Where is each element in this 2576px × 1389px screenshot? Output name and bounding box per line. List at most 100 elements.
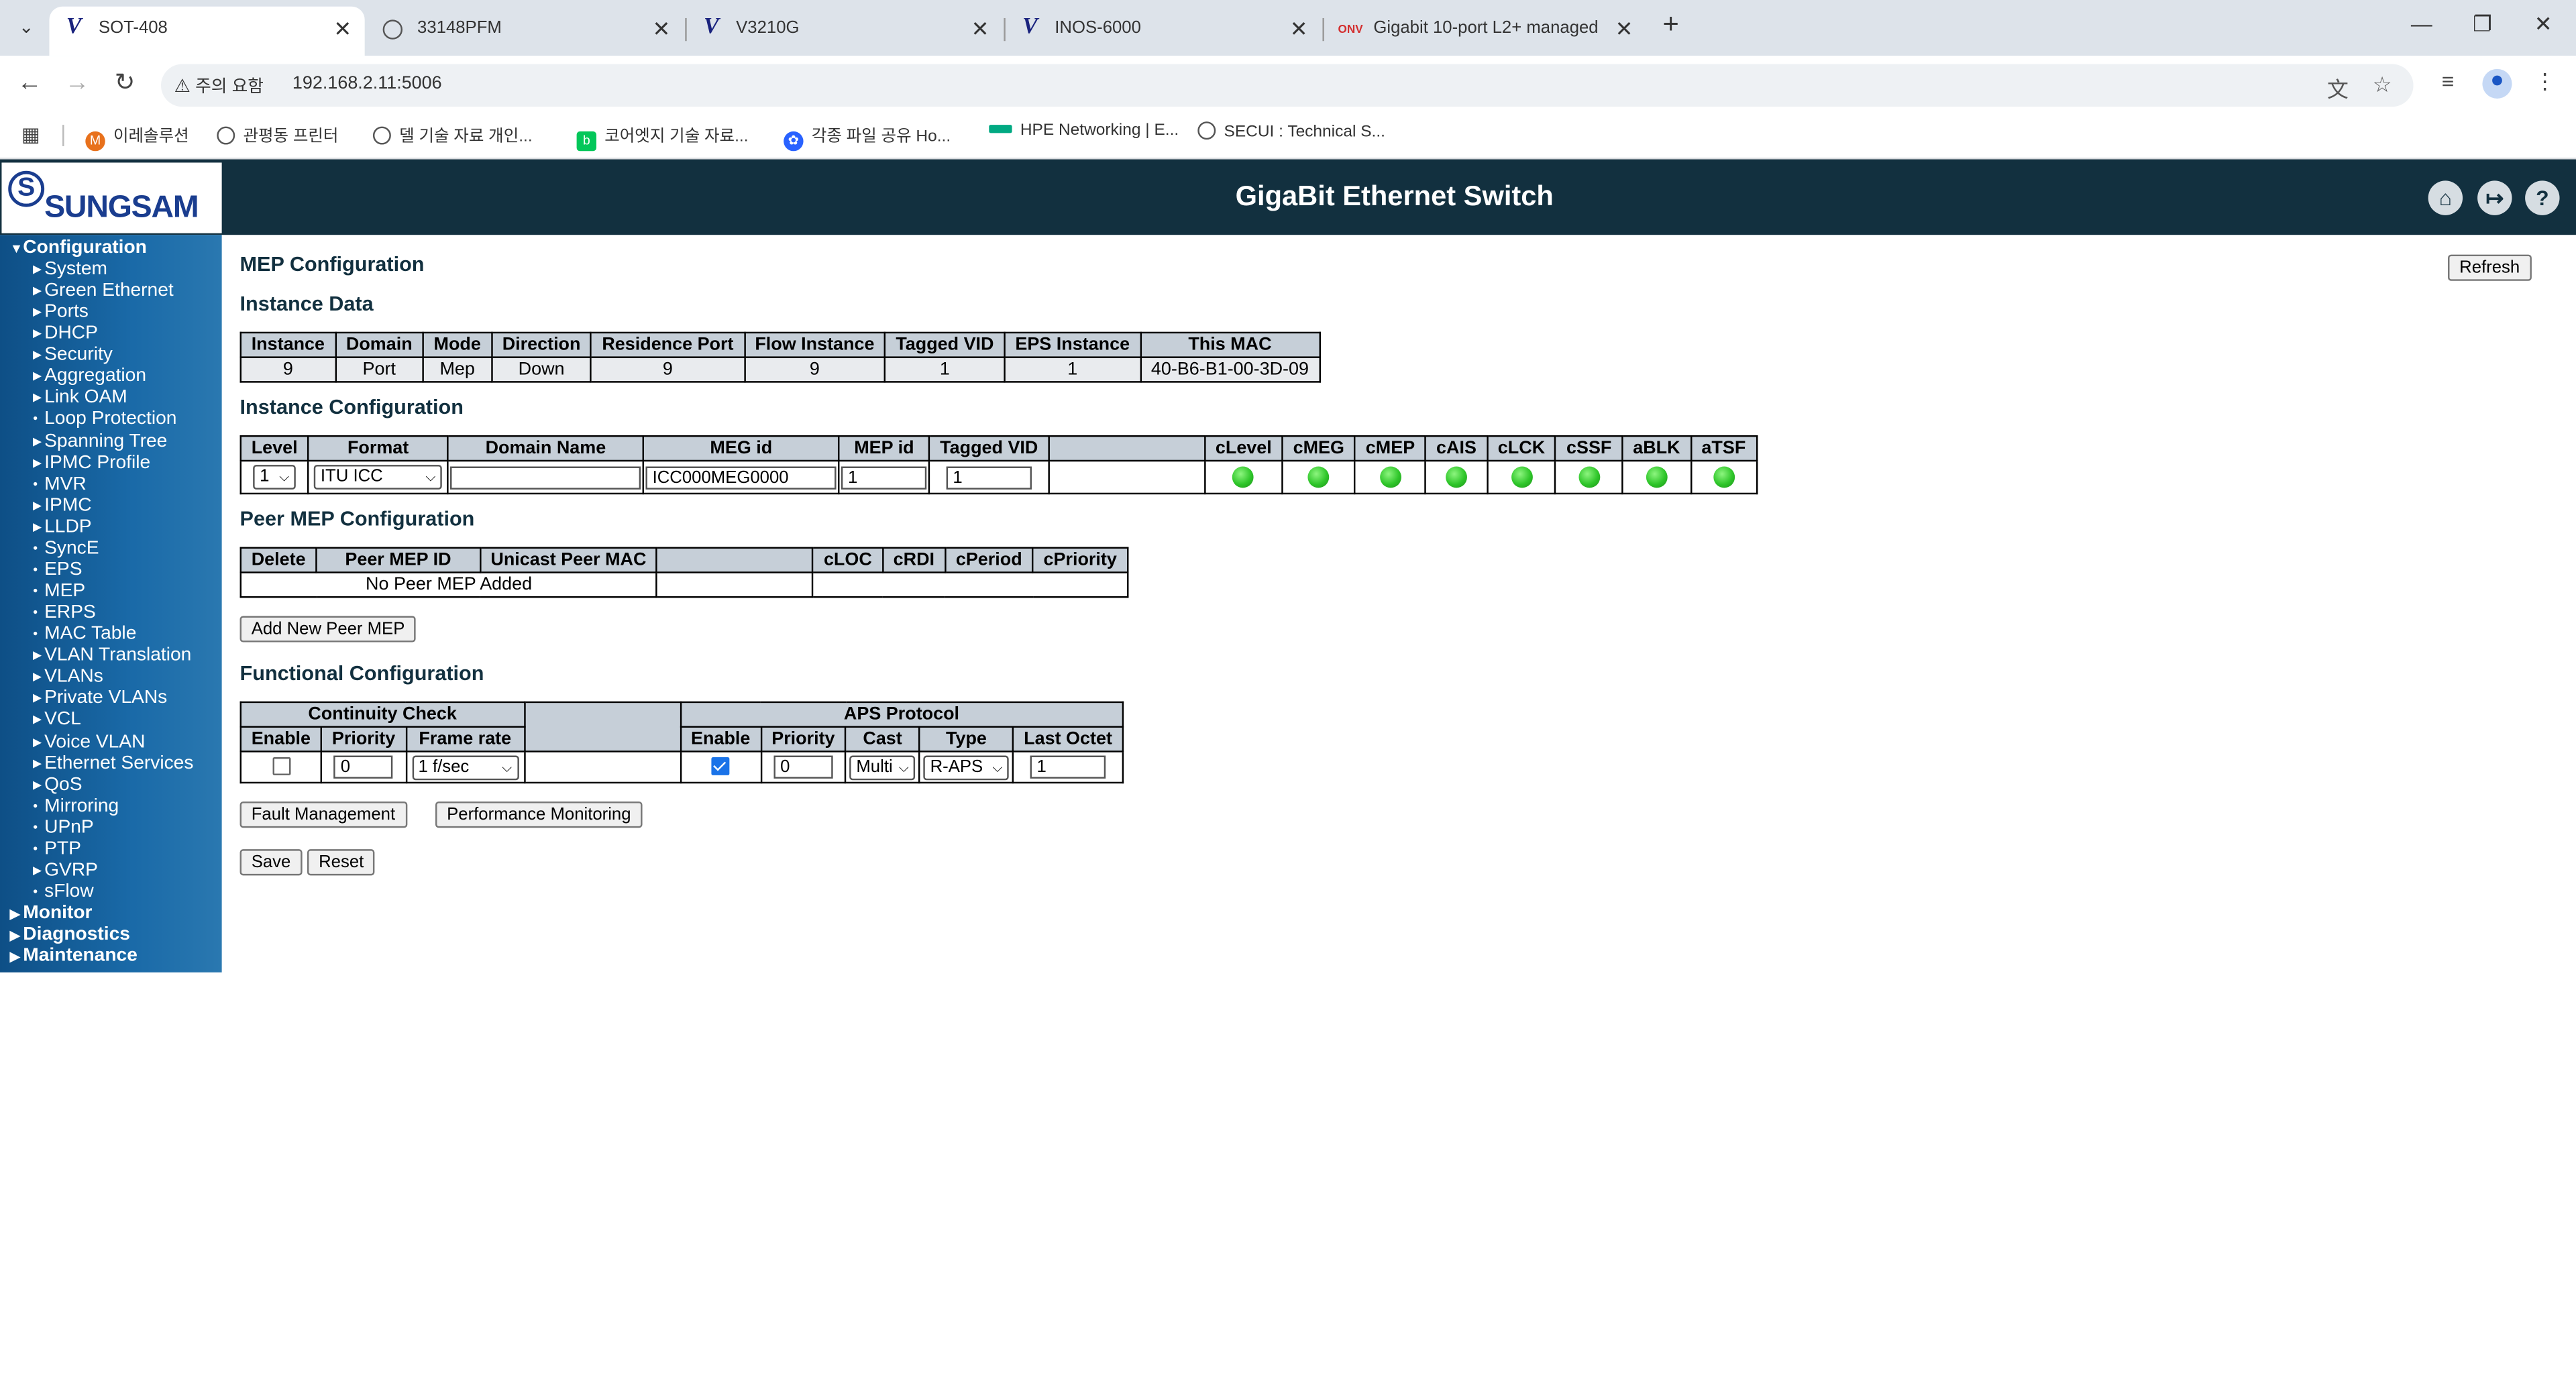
sidebar-item-vcl[interactable]: ▶ VCL — [33, 710, 81, 732]
aps-enable-checkbox[interactable] — [711, 757, 730, 776]
type-select[interactable]: R-APS ⌵ — [923, 755, 1010, 780]
sidebar-item-synce[interactable]: ● SyncE — [33, 539, 99, 560]
meg-id-input[interactable]: ICC000MEG0000 — [645, 465, 837, 489]
tab-33148pfm[interactable]: 33148PFM ✕ — [368, 7, 684, 56]
sidebar-item-qos[interactable]: ▶ QoS — [33, 775, 83, 796]
v-favicon-icon: V — [703, 15, 719, 40]
sidebar-item-voice-vlan[interactable]: ▶ Voice VLAN — [33, 732, 145, 753]
bookmark-item[interactable]: ✿ 각종 파일 공유 Ho... — [784, 121, 951, 152]
close-icon[interactable]: ✕ — [1615, 7, 1633, 51]
sidebar-item-configuration[interactable]: ▼Configuration — [10, 238, 147, 260]
cc-enable-checkbox[interactable] — [272, 757, 290, 776]
mep-id-input[interactable]: 1 — [841, 465, 927, 489]
table-row: No Peer MEP Added — [239, 571, 1129, 598]
cast-select[interactable]: Multi ⌵ — [849, 755, 916, 780]
bookmark-item[interactable]: 델 기술 자료 개인... — [372, 121, 533, 146]
sidebar-item-ethernet-services[interactable]: ▶ Ethernet Services — [33, 753, 193, 775]
logout-icon[interactable]: ↦ — [2477, 180, 2512, 215]
sidebar-item-loop-protection[interactable]: ● Loop Protection — [33, 410, 176, 431]
bookmark-item[interactable]: HPE Networking | E... — [989, 121, 1179, 140]
bookmark-item[interactable]: 관평동 프린터 — [217, 121, 338, 146]
sidebar-item-ipmc[interactable]: ▶ IPMC — [33, 496, 92, 517]
sidebar-item-system[interactable]: ▶ System — [33, 260, 107, 281]
tagged-vid-input[interactable]: 1 — [946, 465, 1032, 489]
sidebar-item-ptp[interactable]: ● PTP — [33, 839, 81, 860]
save-button[interactable]: Save — [239, 849, 303, 876]
url-text[interactable]: 192.168.2.11:5006 — [292, 74, 442, 93]
sidebar-item-green-ethernet[interactable]: ▶ Green Ethernet — [33, 281, 174, 302]
close-icon[interactable]: ✕ — [652, 7, 670, 51]
sidebar-item-diagnostics[interactable]: ▶ Diagnostics — [10, 925, 130, 946]
sidebar-item-private-vlans[interactable]: ▶ Private VLANs — [33, 689, 167, 710]
sidebar-item-monitor[interactable]: ▶ Monitor — [10, 903, 93, 925]
reset-button[interactable]: Reset — [307, 849, 376, 876]
restore-icon[interactable]: ❐ — [2466, 11, 2499, 38]
sidebar-item-ipmc-profile[interactable]: ▶ IPMC Profile — [33, 453, 150, 474]
bookmark-item[interactable]: M 이레솔루션 — [85, 121, 189, 152]
sidebar-item-upnp[interactable]: ● UPnP — [33, 818, 94, 839]
back-icon[interactable]: ← — [13, 69, 46, 99]
sidebar-item-spanning-tree[interactable]: ▶ Spanning Tree — [33, 431, 167, 453]
sidebar-item-dhcp[interactable]: ▶ DHCP — [33, 324, 98, 345]
column-header: Priority — [760, 726, 847, 753]
forward-icon[interactable]: → — [61, 69, 94, 99]
domain-name-input[interactable] — [450, 465, 641, 489]
sidebar-item-mvr[interactable]: ● MVR — [33, 474, 87, 496]
sidebar-item-mirroring[interactable]: ● Mirroring — [33, 796, 119, 818]
sidebar-item-mep[interactable]: ● MEP — [33, 581, 85, 603]
fault-management-button[interactable]: Fault Management — [239, 801, 407, 828]
bookmark-item[interactable]: b 코어엣지 기술 자료... — [576, 121, 749, 152]
sidebar-item-sflow[interactable]: ● sFlow — [33, 882, 94, 903]
minimize-icon[interactable]: — — [2405, 11, 2438, 36]
address-bar[interactable]: ⚠ 주의 요함 192.168.2.11:5006 文 ☆ — [161, 64, 2414, 107]
sidebar-item-maintenance[interactable]: ▶ Maintenance — [10, 946, 138, 968]
cc-priority-input[interactable]: 0 — [333, 755, 394, 779]
tab-sot-408[interactable]: V SOT-408 ✕ — [49, 6, 365, 56]
security-warning-chip[interactable]: ⚠ 주의 요함 — [174, 74, 264, 99]
sidebar-item-vlan-translation[interactable]: ▶ VLAN Translation — [33, 646, 191, 667]
v-favicon-icon: V — [66, 15, 82, 40]
bullet-icon: ● — [32, 887, 38, 897]
sidebar-item-aggregation[interactable]: ▶ Aggregation — [33, 367, 146, 388]
sidebar-item-eps[interactable]: ● EPS — [33, 560, 83, 581]
performance-monitoring-button[interactable]: Performance Monitoring — [435, 801, 643, 828]
sidebar-item-erps[interactable]: ● ERPS — [33, 603, 96, 624]
new-tab-icon[interactable]: + — [1656, 8, 1686, 41]
close-icon[interactable]: ✕ — [1290, 7, 1308, 51]
refresh-button[interactable]: Refresh — [2448, 254, 2532, 281]
frame-rate-select[interactable]: 1 f/sec ⌵ — [411, 755, 519, 780]
bookmark-star-icon[interactable]: ☆ — [2369, 72, 2395, 99]
reading-list-icon[interactable]: ≡ — [2433, 69, 2463, 94]
tab-inos-6000[interactable]: V INOS-6000 ✕ — [1006, 7, 1321, 56]
bookmark-item[interactable]: SECUI : Technical S... — [1197, 121, 1385, 142]
status-led-icon — [1578, 466, 1600, 488]
sidebar-item-security[interactable]: ▶ Security — [33, 345, 113, 367]
close-icon[interactable]: ✕ — [333, 7, 352, 51]
help-icon[interactable]: ? — [2525, 180, 2560, 215]
bookmark-divider — [62, 125, 64, 146]
aps-priority-input[interactable]: 0 — [773, 755, 833, 779]
close-icon[interactable]: ✕ — [971, 7, 989, 51]
window-close-icon[interactable]: ✕ — [2527, 11, 2560, 38]
sidebar-item-ports[interactable]: ▶ Ports — [33, 302, 89, 324]
more-menu-icon[interactable]: ⋮ — [2530, 69, 2559, 95]
chevron-down-icon: ⌵ — [502, 759, 513, 775]
home-icon[interactable]: ⌂ — [2428, 180, 2463, 215]
sidebar-item-gvrp[interactable]: ▶ GVRP — [33, 860, 98, 882]
level-select[interactable]: 1 ⌵ — [253, 465, 296, 490]
sidebar-item-mac-table[interactable]: ● MAC Table — [33, 624, 136, 646]
add-peer-mep-button[interactable]: Add New Peer MEP — [239, 616, 417, 643]
translate-icon[interactable]: 文 — [2324, 72, 2351, 104]
tab-search-icon[interactable]: ⌄ — [10, 13, 43, 43]
instance-data-table: Instance Domain Mode Direction Residence… — [239, 331, 1321, 383]
sidebar-item-link-oam[interactable]: ▶ Link OAM — [33, 388, 127, 410]
format-select[interactable]: ITU ICC ⌵ — [314, 465, 443, 490]
sidebar-item-lldp[interactable]: ▶ LLDP — [33, 517, 92, 539]
profile-avatar-icon[interactable] — [2482, 68, 2512, 99]
last-octet-input[interactable]: 1 — [1030, 755, 1106, 779]
tab-v3210g[interactable]: V V3210G ✕ — [687, 7, 1002, 56]
apps-grid-icon[interactable]: ▦ — [21, 123, 40, 146]
tab-gigabit-managed[interactable]: ONV Gigabit 10-port L2+ managed ✕ — [1324, 7, 1646, 56]
reload-icon[interactable]: ↻ — [109, 69, 142, 99]
sidebar-item-vlans[interactable]: ▶ VLANs — [33, 667, 103, 689]
